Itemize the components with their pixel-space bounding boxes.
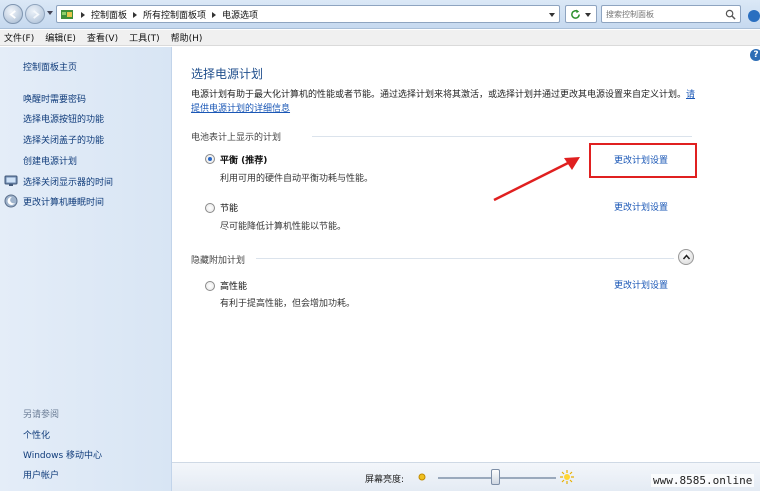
description-text: 电源计划有助于最大化计算机的性能或者节能。通过选择计划来将其激活，或选择计划并通… xyxy=(191,90,687,100)
hidden-group-divider xyxy=(256,258,674,259)
group-label-hidden-plans: 隐藏附加计划 xyxy=(191,256,246,266)
address-dropdown[interactable] xyxy=(549,13,555,17)
chevron-up-icon xyxy=(683,254,690,260)
menu-item[interactable]: 帮助(H) xyxy=(171,31,203,44)
sidebar-link-display-off[interactable]: 选择关闭显示器的时间 xyxy=(23,175,113,188)
group-label-shown-plans: 电池表计上显示的计划 xyxy=(191,133,282,143)
radio-high-performance[interactable] xyxy=(205,281,215,291)
back-button[interactable] xyxy=(3,4,23,24)
sidebar-link-wake-password[interactable]: 唤醒时需要密码 xyxy=(23,92,86,105)
dim-sun-icon xyxy=(418,473,426,481)
sidebar-see-also-user-accounts[interactable]: 用户帐户 xyxy=(23,468,59,481)
plan-name-high-performance[interactable]: 高性能 xyxy=(220,279,247,292)
forward-button[interactable] xyxy=(25,4,45,24)
help-icon[interactable]: ? xyxy=(750,49,760,61)
menu-bar: 文件(F) 编辑(E) 查看(V) 工具(T) 帮助(H) xyxy=(0,30,760,46)
bright-sun-icon xyxy=(560,470,574,484)
annotation-arrow-icon xyxy=(493,157,580,202)
sidebar: 控制面板主页 唤醒时需要密码 选择电源按钮的功能 选择关闭盖子的功能 创建电源计… xyxy=(0,47,172,491)
breadcrumb-item[interactable]: 控制面板 xyxy=(91,8,127,21)
arrow-left-icon xyxy=(9,10,16,19)
brightness-label: 屏幕亮度: xyxy=(365,475,405,485)
menu-item[interactable]: 工具(T) xyxy=(129,31,160,44)
search-icon[interactable] xyxy=(725,9,736,20)
recent-pages-dropdown[interactable] xyxy=(47,11,53,15)
breadcrumb-separator-icon[interactable] xyxy=(81,11,85,18)
collapse-hidden-plans-button[interactable] xyxy=(678,249,694,265)
sidebar-see-also-mobility-center[interactable]: Windows 移动中心 xyxy=(23,448,102,461)
sidebar-link-power-button[interactable]: 选择电源按钮的功能 xyxy=(23,112,104,125)
breadcrumb-separator-icon[interactable] xyxy=(212,11,217,18)
address-bar: 控制面板 所有控制面板项 电源选项 xyxy=(0,0,760,29)
plan-desc-high-performance: 有利于提高性能，但会增加功耗。 xyxy=(220,299,356,309)
radio-balanced[interactable] xyxy=(205,154,215,164)
search-box[interactable] xyxy=(601,5,741,23)
window-control-edge xyxy=(748,10,760,22)
page-description: 电源计划有助于最大化计算机的性能或者节能。通过选择计划来将其激活，或选择计划并通… xyxy=(191,88,701,116)
search-input[interactable] xyxy=(606,7,721,21)
sidebar-link-sleep[interactable]: 更改计算机睡眠时间 xyxy=(23,195,104,208)
see-also-heading: 另请参阅 xyxy=(23,410,60,420)
sidebar-home-link[interactable]: 控制面板主页 xyxy=(23,60,77,73)
sleep-moon-icon xyxy=(4,194,18,208)
page-title: 选择电源计划 xyxy=(191,67,264,81)
plan-name-power-saver[interactable]: 节能 xyxy=(220,201,238,214)
sidebar-link-lid[interactable]: 选择关闭盖子的功能 xyxy=(23,133,104,146)
change-plan-settings-high-performance[interactable]: 更改计划设置 xyxy=(614,278,668,291)
menu-item[interactable]: 文件(F) xyxy=(4,31,34,44)
menu-item[interactable]: 查看(V) xyxy=(87,31,118,44)
sidebar-link-create-plan[interactable]: 创建电源计划 xyxy=(23,154,77,167)
address-path[interactable]: 控制面板 所有控制面板项 电源选项 xyxy=(56,5,560,23)
watermark: www.8585.online xyxy=(651,474,755,487)
breadcrumb: 控制面板 所有控制面板项 电源选项 xyxy=(79,8,258,21)
monitor-icon xyxy=(4,175,18,186)
brightness-slider-thumb[interactable] xyxy=(490,469,500,485)
control-panel-icon xyxy=(61,10,73,19)
breadcrumb-separator-icon[interactable] xyxy=(133,11,138,18)
sidebar-see-also-personalization[interactable]: 个性化 xyxy=(23,428,50,441)
refresh-icon xyxy=(571,9,580,19)
radio-power-saver[interactable] xyxy=(205,203,215,213)
change-plan-settings-power-saver[interactable]: 更改计划设置 xyxy=(614,200,668,213)
group-divider xyxy=(312,136,692,137)
highlight-box xyxy=(589,143,697,178)
breadcrumb-item[interactable]: 电源选项 xyxy=(222,8,258,21)
menu-item[interactable]: 编辑(E) xyxy=(45,31,76,44)
arrow-right-icon xyxy=(33,10,40,19)
plan-desc-balanced: 利用可用的硬件自动平衡功耗与性能。 xyxy=(220,174,374,184)
breadcrumb-item[interactable]: 所有控制面板项 xyxy=(143,8,206,21)
refresh-button[interactable] xyxy=(565,5,597,23)
plan-desc-power-saver: 尽可能降低计算机性能以节能。 xyxy=(220,222,347,232)
plan-name-balanced[interactable]: 平衡 (推荐) xyxy=(220,153,267,166)
